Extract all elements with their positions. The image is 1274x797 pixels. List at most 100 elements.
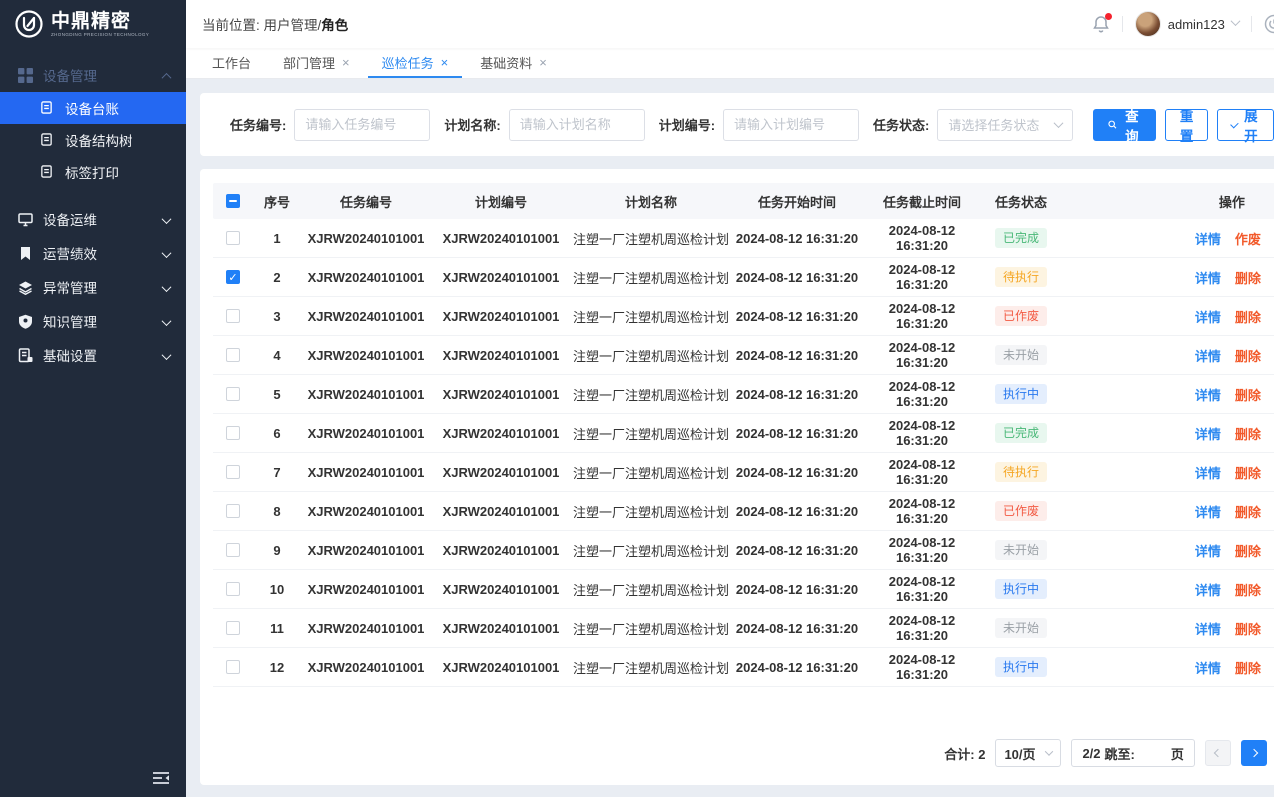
sidebar-item-label-printing[interactable]: 标签打印: [0, 156, 186, 188]
tab-close-icon[interactable]: ×: [539, 56, 547, 69]
sidebar-item-device-ledger[interactable]: 设备台账: [0, 92, 186, 124]
op-detail-link[interactable]: 详情: [1195, 466, 1221, 481]
op-detail-link[interactable]: 详情: [1195, 427, 1221, 442]
op-delete-link[interactable]: 删除: [1235, 466, 1261, 481]
op-delete-link[interactable]: 删除: [1235, 388, 1261, 403]
row-checkbox[interactable]: [226, 504, 240, 518]
row-checkbox[interactable]: [226, 231, 240, 245]
sidebar-item-label: 设备台账: [65, 98, 119, 118]
sidebar-item-knowledge-management[interactable]: 知识管理: [0, 304, 186, 338]
table-row: 8XJRW20240101001XJRW20240101001注塑一厂注塑机周巡…: [213, 492, 1274, 531]
tab-basic-data[interactable]: 基础资料 ×: [466, 48, 561, 78]
divider: [1122, 16, 1123, 32]
col-header-end-time: 任务截止时间: [863, 192, 981, 211]
tab-close-icon[interactable]: ×: [342, 56, 350, 69]
row-checkbox[interactable]: [226, 387, 240, 401]
op-delete-link[interactable]: 删除: [1235, 583, 1261, 598]
op-detail-link[interactable]: 详情: [1195, 583, 1221, 598]
user-menu[interactable]: admin123: [1135, 11, 1239, 37]
cell-task-no: XJRW20240101001: [301, 426, 431, 441]
op-delete-link[interactable]: 删除: [1235, 661, 1261, 676]
sidebar-item-device-management[interactable]: 设备管理: [0, 58, 186, 92]
op-delete-link[interactable]: 删除: [1235, 544, 1261, 559]
table-row: 11XJRW20240101001XJRW20240101001注塑一厂注塑机周…: [213, 609, 1274, 648]
cell-plan-no: XJRW20240101001: [431, 621, 571, 636]
row-checkbox[interactable]: [226, 426, 240, 440]
cell-index: 4: [253, 348, 301, 363]
tab-workbench[interactable]: 工作台: [198, 48, 265, 78]
row-checkbox[interactable]: [226, 660, 240, 674]
select-all-checkbox[interactable]: [226, 194, 240, 208]
reset-button[interactable]: 重置: [1165, 109, 1209, 141]
cell-start-time: 2024-08-12 16:31:20: [731, 231, 863, 246]
document-settings-icon: [18, 348, 33, 363]
row-checkbox[interactable]: [226, 465, 240, 479]
row-checkbox[interactable]: [226, 543, 240, 557]
plan-name-input[interactable]: [509, 109, 645, 141]
op-detail-link[interactable]: 详情: [1195, 310, 1221, 325]
menu-fold-icon[interactable]: [150, 767, 172, 789]
search-button[interactable]: 查询: [1093, 109, 1156, 141]
tab-label: 巡检任务: [382, 53, 434, 72]
page-size-select[interactable]: 10/页: [995, 739, 1061, 767]
next-page-button[interactable]: [1241, 740, 1267, 766]
tab-department-management[interactable]: 部门管理 ×: [269, 48, 364, 78]
cell-plan-name: 注塑一厂注塑机周巡检计划: [571, 463, 731, 482]
op-detail-link[interactable]: 详情: [1195, 544, 1221, 559]
logout-power-icon[interactable]: [1264, 14, 1274, 34]
cell-index: 5: [253, 387, 301, 402]
total-label: 合计:: [944, 747, 974, 762]
op-detail-link[interactable]: 详情: [1195, 388, 1221, 403]
expand-button[interactable]: 展开: [1217, 109, 1274, 141]
op-delete-link[interactable]: 删除: [1235, 310, 1261, 325]
tab-inspection-task[interactable]: 巡检任务 ×: [368, 48, 463, 78]
bookmark-icon: [18, 246, 33, 261]
row-checkbox[interactable]: [226, 309, 240, 323]
row-checkbox[interactable]: [226, 348, 240, 362]
task-no-input[interactable]: [294, 109, 430, 141]
row-checkbox[interactable]: ✓: [226, 270, 240, 284]
col-header-plan-no: 计划编号: [431, 192, 571, 211]
task-table-card: 序号 任务编号 计划编号 计划名称 任务开始时间 任务截止时间 任务状态 操作 …: [200, 169, 1274, 785]
op-delete-link[interactable]: 删除: [1235, 271, 1261, 286]
op-detail-link[interactable]: 详情: [1195, 622, 1221, 637]
tab-close-icon[interactable]: ×: [441, 56, 449, 69]
sidebar-item-label: 设备结构树: [65, 130, 133, 150]
row-checkbox[interactable]: [226, 582, 240, 596]
op-detail-link[interactable]: 详情: [1195, 349, 1221, 364]
op-delete-link[interactable]: 删除: [1235, 505, 1261, 520]
cell-plan-name: 注塑一厂注塑机周巡检计划: [571, 619, 731, 638]
status-badge: 执行中: [995, 657, 1047, 677]
cell-index: 6: [253, 426, 301, 441]
row-checkbox[interactable]: [226, 621, 240, 635]
cell-index: 12: [253, 660, 301, 675]
cell-plan-name: 注塑一厂注塑机周巡检计划: [571, 385, 731, 404]
cell-plan-no: XJRW20240101001: [431, 231, 571, 246]
task-status-select[interactable]: 请选择任务状态: [937, 109, 1073, 141]
op-detail-link[interactable]: 详情: [1195, 271, 1221, 286]
op-delete-link[interactable]: 删除: [1235, 349, 1261, 364]
sidebar-item-basic-settings[interactable]: 基础设置: [0, 338, 186, 372]
op-detail-link[interactable]: 详情: [1195, 505, 1221, 520]
op-void-link[interactable]: 作废: [1235, 232, 1261, 247]
op-delete-link[interactable]: 删除: [1235, 622, 1261, 637]
op-delete-link[interactable]: 删除: [1235, 427, 1261, 442]
page-indicator: 2/2: [1082, 746, 1100, 761]
cell-plan-no: XJRW20240101001: [431, 504, 571, 519]
op-detail-link[interactable]: 详情: [1195, 661, 1221, 676]
sidebar-item-performance[interactable]: 运营绩效: [0, 236, 186, 270]
sidebar-item-exception-management[interactable]: 异常管理: [0, 270, 186, 304]
table-row: 5XJRW20240101001XJRW20240101001注塑一厂注塑机周巡…: [213, 375, 1274, 414]
status-badge: 已作废: [995, 306, 1047, 326]
sidebar-item-device-structure-tree[interactable]: 设备结构树: [0, 124, 186, 156]
jump-page-input[interactable]: [1139, 743, 1167, 763]
cell-plan-name: 注塑一厂注塑机周巡检计划: [571, 424, 731, 443]
sidebar: 中鼎精密 ZHONGDING PRECISION TECHNOLOGY 设备管理…: [0, 0, 186, 797]
notification-bell-icon[interactable]: [1092, 15, 1110, 33]
sidebar-item-device-operation[interactable]: 设备运维: [0, 202, 186, 236]
prev-page-button[interactable]: [1205, 740, 1231, 766]
main-area: 当前位置: 用户管理/角色 admin123 工作台 部门管理 ×: [186, 0, 1274, 797]
plan-no-input[interactable]: [723, 109, 859, 141]
op-detail-link[interactable]: 详情: [1195, 232, 1221, 247]
cell-end-time: 2024-08-12 16:31:20: [863, 457, 981, 487]
